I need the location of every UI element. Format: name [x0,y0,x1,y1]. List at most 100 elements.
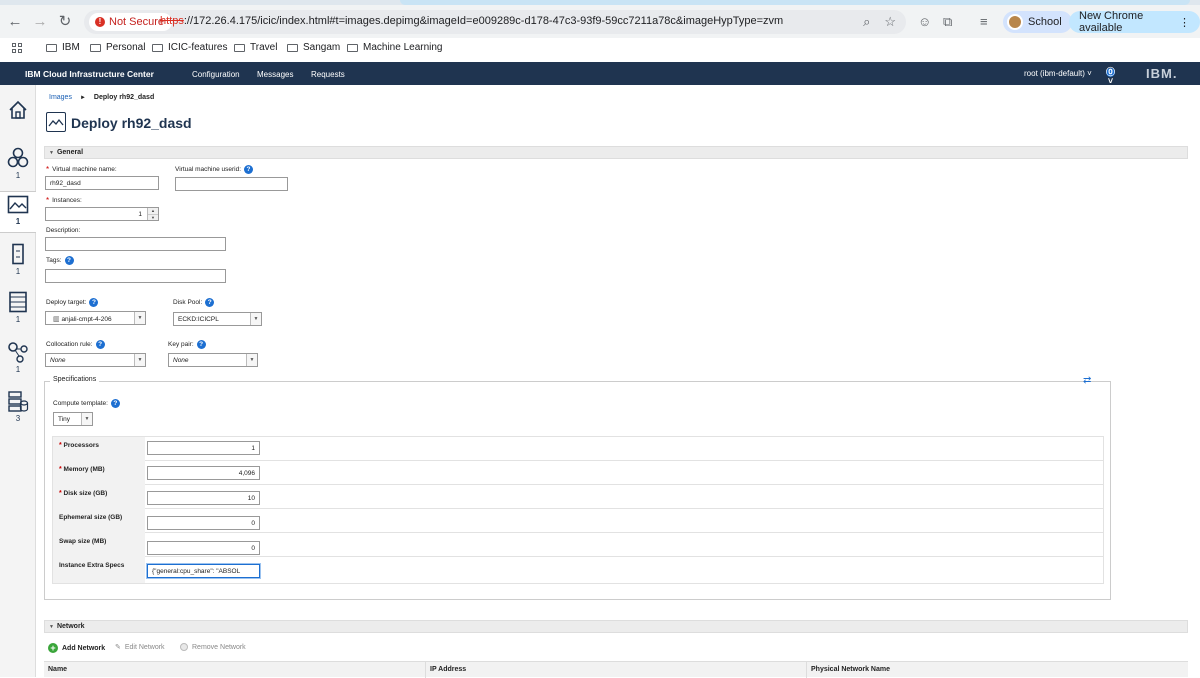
select-value: None [50,357,66,364]
menu-configuration[interactable]: Configuration [192,70,240,79]
help-icon[interactable]: ? [244,165,253,174]
update-chrome-button[interactable]: New Chrome available ⋮ [1069,10,1200,34]
help-icon[interactable]: ? [64,256,74,265]
bookmark-travel[interactable]: Travel [234,42,277,53]
description-input[interactable] [45,237,226,251]
reload-icon[interactable]: ↻ [56,14,74,30]
network-section-header[interactable]: ▼ Network [44,620,1188,633]
bookmark-label: Travel [250,42,278,53]
url-text[interactable]: https://172.26.4.175/icic/index.html#t=i… [160,15,783,27]
sidebar-item-volumes[interactable]: 3 [0,390,36,423]
help-icon[interactable]: ? [110,399,120,408]
bookmark-star-icon[interactable]: ☆ [884,14,896,30]
user-menu[interactable]: root (ibm-default) ˅ [1024,69,1092,78]
sync-icon[interactable]: ⇄ [1083,375,1091,386]
url-scheme: https [160,15,184,27]
bookmark-ibm[interactable]: IBM [46,42,80,53]
label-text: Collocation rule: [46,341,93,348]
button-label: Remove Network [192,643,246,651]
bookmark-label: Machine Learning [363,42,443,53]
bookmark-icic-features[interactable]: ICIC-features [152,42,227,53]
chevron-down-icon: ▼ [250,313,261,325]
disk-pool-select[interactable]: ECKD:ICICPL ▼ [173,312,262,326]
sidebar-item-hosts[interactable]: 1 [0,243,36,276]
column-header-name[interactable]: Name [48,666,67,673]
reading-list-icon[interactable]: ≡ [980,14,988,29]
chevron-down-icon: ▼ [134,354,145,366]
zoom-icon[interactable]: ⌕ [863,14,870,30]
help-menu-icon[interactable]: ⓪ ˅ [1106,68,1115,86]
breadcrumb: Images ► Deploy rh92_dasd [49,94,154,101]
menu-requests[interactable]: Requests [311,70,345,79]
folder-icon [46,43,57,52]
deploy-target-select[interactable]: ▥ anjali-cmpt-4-206 ▼ [45,311,146,325]
help-icon[interactable]: ? [205,298,215,307]
vm-userid-input[interactable] [175,177,288,191]
label-text: Instances: [52,197,82,204]
more-vert-icon: ⋮ [1179,16,1190,29]
tags-input[interactable] [45,269,226,283]
spec-row-label: * Processors [53,437,145,461]
active-tab[interactable] [400,0,1190,5]
general-section-header[interactable]: ▼ General [44,146,1188,159]
pencil-icon: ✎ [115,644,121,651]
column-header-ip-address[interactable]: IP Address [430,666,466,673]
sidebar-item-clusters[interactable]: 1 [0,147,36,180]
instances-value: 1 [138,211,142,218]
instances-stepper[interactable]: 1 ▲ ▼ [45,207,159,221]
back-icon[interactable]: ← [6,14,24,30]
key-pair-select[interactable]: None ▼ [168,353,258,367]
extensions-puzzle-icon[interactable]: ⧉ [943,14,952,30]
memory-input[interactable] [147,466,260,480]
apps-grid-icon[interactable] [12,43,22,53]
add-network-button[interactable]: + Add Network [48,643,105,653]
menu-messages[interactable]: Messages [257,70,293,79]
remove-network-button[interactable]: Remove Network [180,643,246,651]
sidebar-count: 1 [15,267,21,276]
collocation-select[interactable]: None ▼ [45,353,146,367]
sidebar: 1 1 1 1 1 3 [0,85,36,677]
label-text: Virtual machine name: [52,166,117,173]
folder-icon [347,43,358,52]
label-text: Virtual machine userid: [175,166,241,173]
chevron-right-icon: ► [79,95,86,101]
compute-template-select[interactable]: Tiny ▼ [53,412,93,426]
sidebar-item-storage[interactable]: 1 [0,291,36,324]
spec-row-label: Instance Extra Specs [53,557,145,583]
stepper-buttons[interactable]: ▲ ▼ [147,208,158,220]
vm-name-input[interactable] [45,176,159,190]
processors-input[interactable] [147,441,260,455]
help-icon[interactable]: ? [196,340,206,349]
column-header-physical-network[interactable]: Physical Network Name [811,666,890,673]
address-bar[interactable]: ! Not Secure https://172.26.4.175/icic/i… [84,10,906,34]
breadcrumb-images-link[interactable]: Images [49,94,72,101]
disk-size-input[interactable] [147,491,260,505]
app-brand[interactable]: IBM Cloud Infrastructure Center [25,69,154,79]
bookmark-machine-learning[interactable]: Machine Learning [347,42,443,53]
stepper-down-icon[interactable]: ▼ [148,214,158,220]
edit-network-button[interactable]: ✎ Edit Network [115,643,165,652]
sidebar-item-networks[interactable]: 1 [0,341,36,374]
profile-label: School [1028,16,1062,28]
chevron-down-icon: ▼ [81,413,92,425]
ephemeral-size-input[interactable] [147,516,260,530]
profile-button[interactable]: School [1003,11,1072,33]
sidebar-item-images[interactable]: 1 [0,191,36,233]
bookmark-personal[interactable]: Personal [90,42,145,53]
key-pair-label: Key pair:? [168,340,206,349]
bookmark-sangam[interactable]: Sangam [287,42,340,53]
label-text: Key pair: [168,341,194,348]
swap-size-input[interactable] [147,541,260,555]
remove-circle-icon [180,643,188,651]
help-icon[interactable]: ? [89,298,99,307]
tags-label: Tags:? [46,256,74,265]
extension-face-icon[interactable]: ☺ [918,14,931,29]
help-icon[interactable]: ? [95,340,105,349]
forward-icon[interactable]: → [31,14,49,30]
chevron-down-icon: ▼ [246,354,257,366]
sidebar-item-home[interactable] [0,99,36,121]
spec-row-label: Ephemeral size (GB) [53,509,145,533]
extra-specs-input[interactable] [147,564,260,578]
bookmark-label: Sangam [303,42,341,53]
collapse-triangle-icon: ▼ [49,624,54,630]
